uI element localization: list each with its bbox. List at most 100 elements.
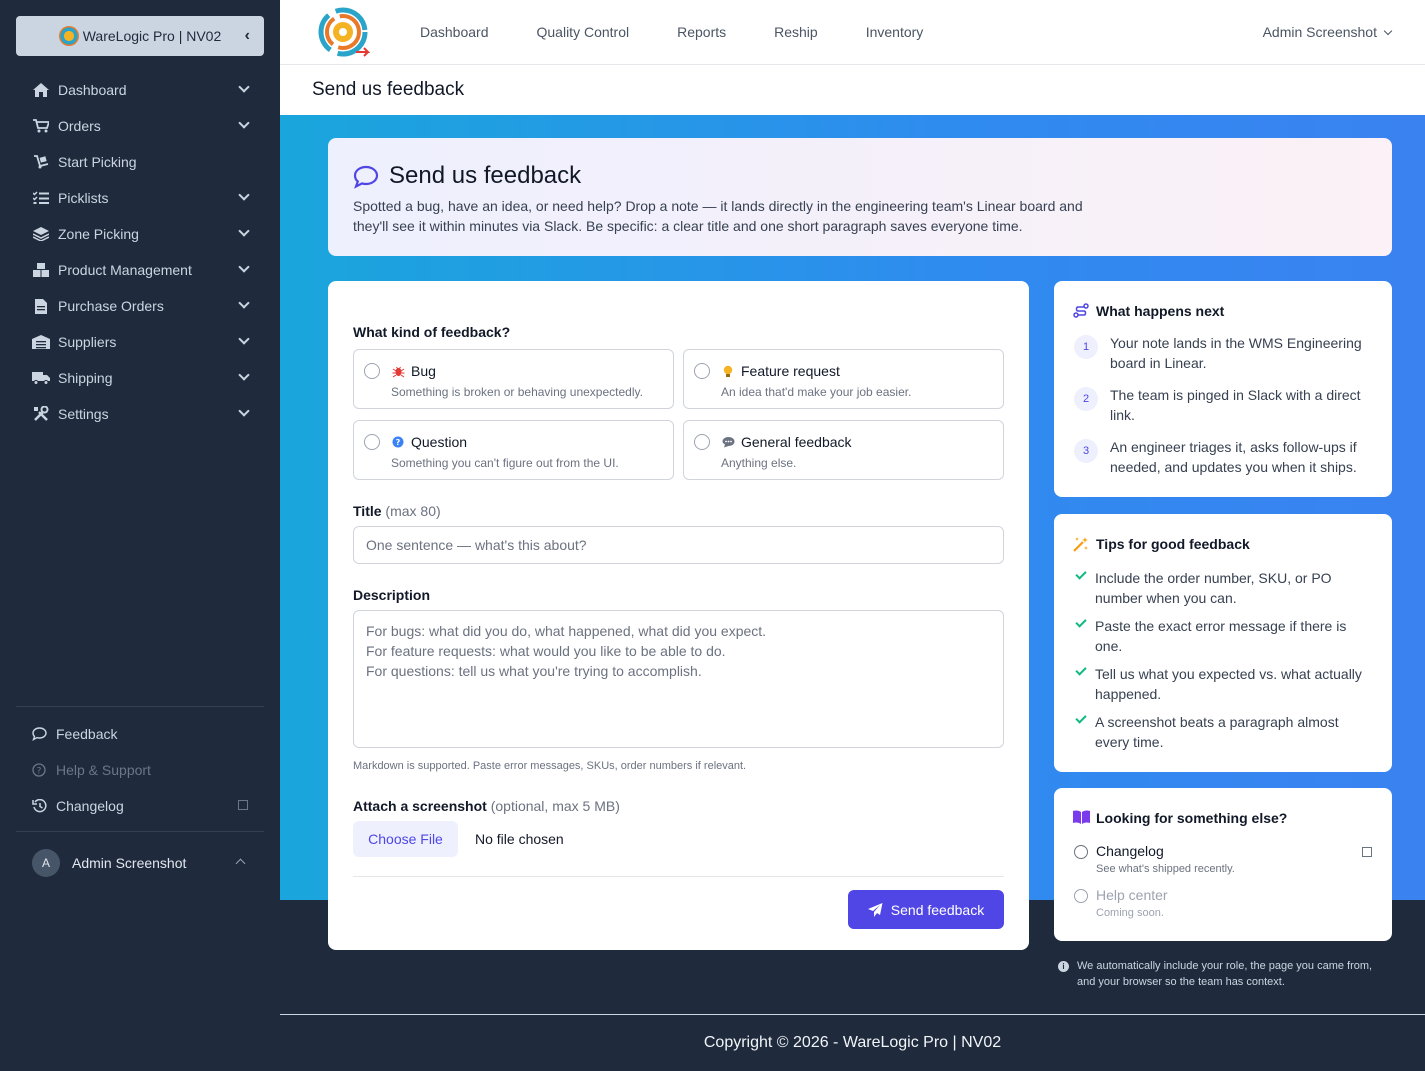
step-number: 3 — [1074, 439, 1098, 463]
card-title: What happens next — [1096, 303, 1225, 319]
top-nav: Dashboard Quality Control Reports Reship… — [420, 24, 923, 40]
title-input[interactable]: One sentence — what's this about? — [353, 526, 1004, 564]
sidebar-item-suppliers[interactable]: Suppliers — [16, 324, 264, 360]
link-description: See what's shipped recently. — [1096, 863, 1235, 875]
app-logo-icon[interactable] — [316, 6, 370, 58]
info-icon: i — [1058, 961, 1069, 972]
top-user-menu[interactable]: Admin Screenshot — [1262, 24, 1393, 40]
radio-general-feedback[interactable] — [694, 434, 710, 450]
sidebar-user-menu[interactable]: A Admin Screenshot — [16, 831, 264, 893]
radio-question[interactable] — [364, 434, 380, 450]
chevron-down-icon — [238, 189, 250, 201]
send-feedback-button[interactable]: Send feedback — [848, 890, 1004, 929]
sidebar-item-shipping[interactable]: Shipping — [16, 360, 264, 396]
card-title: Looking for something else? — [1096, 810, 1288, 826]
sidebar-item-picklists[interactable]: Picklists — [16, 180, 264, 216]
sidebar-item-product-management[interactable]: Product Management — [16, 252, 264, 288]
step-text: An engineer triages it, asks follow-ups … — [1110, 439, 1357, 475]
auto-context-text: We automatically include your role, the … — [1077, 960, 1373, 988]
home-icon — [32, 82, 50, 98]
sidebar-item-feedback[interactable]: Feedback — [16, 716, 264, 752]
feedback-form-card: What kind of feedback? Bug Something is … — [328, 281, 1029, 950]
title-hint: (max 80) — [385, 503, 441, 519]
paper-plane-icon — [867, 902, 883, 917]
sidebar-item-purchase-orders[interactable]: Purchase Orders — [16, 288, 264, 324]
tip-text: Tell us what you expected vs. what actua… — [1095, 666, 1362, 702]
option-feature-request[interactable]: Feature request An idea that'd make your… — [683, 349, 1004, 409]
choose-file-button[interactable]: Choose File — [353, 821, 458, 857]
step-number: 1 — [1074, 335, 1098, 359]
option-question[interactable]: ? Question Something you can't figure out… — [353, 420, 674, 480]
looking-for-something-else-card: Looking for something else? Changelog Se… — [1054, 788, 1392, 941]
option-general-feedback[interactable]: General feedback Anything else. — [683, 420, 1004, 480]
question-icon: ? — [391, 435, 405, 449]
no-file-text: No file chosen — [475, 831, 564, 847]
radio-bug[interactable] — [364, 363, 380, 379]
chevron-down-icon — [238, 261, 250, 273]
sidebar-secondary-links: Feedback ? Help & Support Changelog — [16, 706, 264, 824]
tip-text: Include the order number, SKU, or PO num… — [1095, 570, 1332, 606]
collapse-sidebar-icon[interactable]: ‹ — [245, 27, 250, 45]
chevron-down-icon — [1383, 26, 1393, 36]
link-title: Changelog — [1096, 843, 1164, 859]
card-title: Tips for good feedback — [1096, 536, 1250, 552]
dolly-icon — [32, 154, 50, 170]
external-link-icon — [238, 800, 248, 810]
cart-icon — [32, 118, 50, 134]
sidebar-item-zone-picking[interactable]: Zone Picking — [16, 216, 264, 252]
chevron-down-icon — [238, 297, 250, 309]
radio-feature-request[interactable] — [694, 363, 710, 379]
sidebar-item-changelog[interactable]: Changelog — [16, 788, 264, 824]
sidebar-item-help-support[interactable]: ? Help & Support — [16, 752, 264, 788]
option-title: Question — [411, 434, 468, 450]
option-bug[interactable]: Bug Something is broken or behaving unex… — [353, 349, 674, 409]
top-nav-reship[interactable]: Reship — [774, 24, 818, 40]
tips-card: Tips for good feedback Include the order… — [1054, 514, 1392, 772]
changelog-link[interactable]: Changelog See what's shipped recently. — [1074, 843, 1374, 877]
attach-label: Attach a screenshot (optional, max 5 MB) — [353, 798, 620, 814]
chevron-up-icon — [235, 858, 246, 869]
sidebar-item-label: Start Picking — [58, 154, 137, 170]
link-title: Help center — [1096, 887, 1168, 903]
sidebar-item-start-picking[interactable]: Start Picking — [16, 144, 264, 180]
hero-title: Send us feedback — [389, 162, 582, 189]
sidebar-item-label: Feedback — [56, 726, 118, 742]
sidebar-item-label: Picklists — [58, 190, 109, 206]
brand-switcher[interactable]: WareLogic Pro | NV02 ‹ — [16, 16, 264, 56]
option-description: Anything else. — [721, 456, 797, 470]
kind-label: What kind of feedback? — [353, 324, 511, 340]
avatar: A — [32, 848, 60, 877]
svg-text:?: ? — [396, 438, 401, 447]
attach-label-text: Attach a screenshot — [353, 798, 487, 814]
sidebar-item-label: Product Management — [58, 262, 192, 278]
truck-icon — [32, 370, 50, 386]
option-description: Something is broken or behaving unexpect… — [391, 385, 643, 399]
question-circle-icon: ? — [32, 763, 50, 777]
chat-icon — [32, 727, 50, 741]
step-number: 2 — [1074, 387, 1098, 411]
list-check-icon — [32, 190, 50, 206]
external-link-icon — [1362, 847, 1372, 857]
form-divider — [353, 876, 1004, 877]
option-title: General feedback — [741, 434, 852, 450]
sidebar-item-label: Shipping — [58, 370, 113, 386]
sidebar-item-settings[interactable]: Settings — [16, 396, 264, 432]
sidebar-item-dashboard[interactable]: Dashboard — [16, 72, 264, 108]
link-description: Coming soon. — [1096, 907, 1164, 919]
sidebar-item-label: Help & Support — [56, 762, 151, 778]
top-nav-inventory[interactable]: Inventory — [866, 24, 924, 40]
tip-text: A screenshot beats a paragraph almost ev… — [1095, 714, 1339, 750]
description-textarea[interactable]: For bugs: what did you do, what happened… — [353, 610, 1004, 748]
top-nav-reports[interactable]: Reports — [677, 24, 726, 40]
brand-logo-icon — [58, 26, 79, 46]
check-icon — [1075, 568, 1087, 580]
check-icon — [1075, 616, 1087, 628]
magic-wand-icon — [1073, 537, 1088, 552]
sidebar-item-orders[interactable]: Orders — [16, 108, 264, 144]
sidebar-nav: Dashboard Orders Start Picking Picklists… — [16, 72, 264, 432]
top-nav-dashboard[interactable]: Dashboard — [420, 24, 489, 40]
top-nav-quality-control[interactable]: Quality Control — [537, 24, 630, 40]
copyright: Copyright © 2026 - WareLogic Pro | NV02 — [703, 1034, 1002, 1051]
top-user-name: Admin Screenshot — [1262, 24, 1377, 40]
description-help: Markdown is supported. Paste error messa… — [353, 760, 747, 772]
